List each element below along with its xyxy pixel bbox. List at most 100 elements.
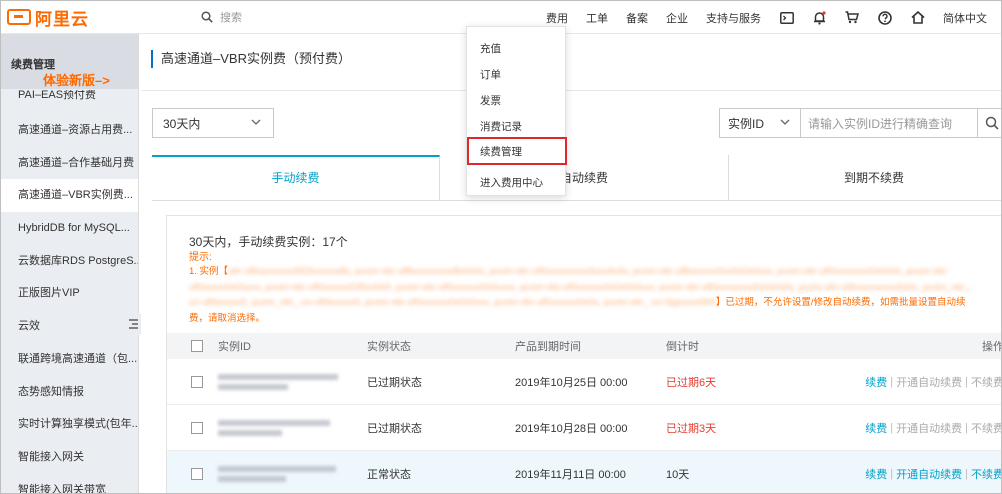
period-select[interactable]: 30天内 xyxy=(152,108,274,138)
search-icon xyxy=(985,116,999,130)
op-separator: | xyxy=(965,467,968,480)
main-content: 高速通道–VBR实例费（预付费） 30天内 实例ID 请输入实例ID进行精确查询… xyxy=(141,34,1002,493)
sidebar-item-unicom-cross-border[interactable]: 联通跨境高速通道（包... xyxy=(1,343,138,376)
menu-item-billing-center[interactable]: 进入费用中心 xyxy=(480,175,543,190)
row-countdown: 已过期3天 xyxy=(666,422,717,435)
sidebar-item-smart-gateway-bandwidth[interactable]: 智能接入网关带宽 xyxy=(1,474,138,493)
highlight-box xyxy=(467,137,567,165)
top-nav: 费用 工单 备案 企业 支持与服务 简体中文 xyxy=(546,1,987,34)
enable-auto-renew-link[interactable]: 开通自动续费 xyxy=(896,466,962,482)
redacted-instance-id xyxy=(218,359,338,404)
hint-label: 提示: xyxy=(189,252,212,263)
sidebar-item-image-vip[interactable]: 正版图片VIP xyxy=(1,277,138,310)
sidebar-item-resource-fee[interactable]: 高速通道–资源占用费... xyxy=(1,114,138,147)
renewal-tabs: 手动续费 自动续费 到期不续费 xyxy=(152,155,1001,201)
sidebar-item-rds-postgres[interactable]: 云数据库RDS PostgreS... xyxy=(1,245,138,278)
col-instance-id: 实例ID xyxy=(218,341,251,353)
tab-no-renewal[interactable]: 到期不续费 xyxy=(729,155,1001,201)
renew-link[interactable]: 续费 xyxy=(865,420,887,436)
table-row: 已过期状态 2019年10月28日 00:00 已过期3天 续费 | 开通自动续费 |… xyxy=(167,405,1002,451)
row-checkbox[interactable] xyxy=(191,421,203,434)
fees-dropdown-menu: 充值 订单 发票 消费记录 续费管理 进入费用中心 xyxy=(466,26,567,196)
row-expire-time: 2019年11月11日 00:00 xyxy=(515,468,626,481)
nav-support[interactable]: 支持与服务 xyxy=(706,10,761,26)
table-row: 正常状态 2019年11月11日 00:00 10天 续费 | 开通自动续费 | 不续费 xyxy=(167,451,1001,493)
nav-fees[interactable]: 费用 xyxy=(546,10,568,26)
sidebar-item-smart-gateway[interactable]: 智能接入网关 xyxy=(1,441,138,474)
instance-panel: 30天内，手动续费实例：17个 提示: 1. 实例【vbr-uf6xxxxxxx… xyxy=(166,215,1002,493)
sidebar-item-base-monthly-fee[interactable]: 高速通道–合作基础月费 xyxy=(1,147,138,180)
instance-field-value: 实例ID xyxy=(728,116,765,131)
nav-enterprise[interactable]: 企业 xyxy=(666,10,688,26)
row-expire-time: 2019年10月28日 00:00 xyxy=(515,422,628,435)
op-separator: | xyxy=(890,421,894,434)
sidebar: 续费管理 体验新版–> PAI–EAS预付费 高速通道–资源占用费... 高速通… xyxy=(1,34,139,493)
select-all-checkbox[interactable] xyxy=(191,340,203,352)
enable-auto-renew-link: 开通自动续费 xyxy=(896,422,963,435)
col-countdown: 倒计时 xyxy=(666,341,699,353)
instance-search-button[interactable] xyxy=(977,108,1001,138)
row-actions: 续费 | 开通自动续费 | 不续费 xyxy=(865,451,1001,493)
sidebar-item-threat-intel[interactable]: 态势感知情报 xyxy=(1,376,138,409)
home-icon[interactable] xyxy=(911,11,925,24)
nav-tickets[interactable]: 工单 xyxy=(586,10,608,26)
bell-icon[interactable] xyxy=(813,10,826,25)
sidebar-item-pai-eas[interactable]: PAI–EAS预付费 xyxy=(18,90,96,100)
menu-item-recharge[interactable]: 充值 xyxy=(480,41,501,56)
op-separator: | xyxy=(890,467,894,480)
search-icon xyxy=(201,11,213,23)
no-renew-link: 不续费 xyxy=(971,422,1002,435)
tab-manual-renewal[interactable]: 手动续费 xyxy=(152,155,440,201)
period-select-value: 30天内 xyxy=(163,116,201,131)
menu-collapse-icon xyxy=(128,319,138,329)
no-renew-link: 不续费 xyxy=(971,376,1002,389)
col-status: 实例状态 xyxy=(367,341,411,353)
enable-auto-renew-link: 开通自动续费 xyxy=(896,376,963,389)
table-row: 已过期状态 2019年10月25日 00:00 已过期6天 续费 | 开通自动续费 |… xyxy=(167,359,1002,405)
sidebar-item-realtime-compute[interactable]: 实时计算独享模式(包年... xyxy=(1,408,138,441)
terminal-icon[interactable] xyxy=(780,11,794,24)
menu-item-consumption[interactable]: 消费记录 xyxy=(480,119,522,134)
help-icon[interactable] xyxy=(878,10,892,25)
op-separator: | xyxy=(965,421,968,434)
op-separator: | xyxy=(965,375,968,388)
row-expire-time: 2019年10月25日 00:00 xyxy=(515,376,628,389)
notice-prefix: 1. 实例【 xyxy=(189,266,229,277)
col-actions: 操作 xyxy=(982,341,1002,353)
chevron-down-icon xyxy=(780,119,790,125)
instance-summary: 30天内，手动续费实例：17个 xyxy=(189,235,348,249)
menu-item-invoice[interactable]: 发票 xyxy=(480,93,501,108)
instance-field-select[interactable]: 实例ID xyxy=(719,108,801,138)
renew-link[interactable]: 续费 xyxy=(865,374,887,390)
no-renew-link[interactable]: 不续费 xyxy=(971,466,1001,482)
row-actions: 续费 | 开通自动续费 | 不续费 xyxy=(865,359,1002,404)
chevron-down-icon xyxy=(251,119,261,125)
row-checkbox[interactable] xyxy=(191,467,203,480)
cart-icon[interactable] xyxy=(845,11,859,24)
row-status: 已过期状态 xyxy=(367,376,422,389)
search-placeholder: 搜索 xyxy=(220,12,242,24)
menu-item-orders[interactable]: 订单 xyxy=(480,67,501,82)
op-separator: | xyxy=(890,375,894,388)
title-divider xyxy=(141,90,1001,91)
logo[interactable]: 阿里云 xyxy=(7,7,89,29)
redacted-instance-id xyxy=(218,451,336,493)
redacted-instance-id xyxy=(218,405,330,450)
sidebar-item-yunxiao[interactable]: 云效 xyxy=(1,310,138,343)
language-switch[interactable]: 简体中文 xyxy=(943,10,987,26)
sidebar-item-hybriddb[interactable]: HybridDB for MySQL... xyxy=(1,212,138,245)
sidebar-collapse-handle[interactable] xyxy=(124,313,142,335)
row-checkbox[interactable] xyxy=(191,375,203,388)
nav-filing[interactable]: 备案 xyxy=(626,10,648,26)
page-title: 高速通道–VBR实例费（预付费） xyxy=(151,50,351,68)
instance-search-input[interactable]: 请输入实例ID进行精确查询 xyxy=(800,108,978,138)
sidebar-item-vbr-instance-fee[interactable]: 高速通道–VBR实例费... xyxy=(1,179,138,213)
try-new-version-link[interactable]: 体验新版–> xyxy=(43,70,110,89)
table-header: 实例ID 实例状态 产品到期时间 倒计时 操作 xyxy=(167,333,1002,359)
app-window: 阿里云 搜索 费用 工单 备案 企业 支持与服务 简体中文 续费管理 体验新版–… xyxy=(0,0,1002,494)
col-expire-time: 产品到期时间 xyxy=(515,341,581,353)
expired-notice: 1. 实例【vbr-uf6xxxxxxxx553xxxxxx8x, pcom-v… xyxy=(189,264,984,326)
logo-text: 阿里云 xyxy=(35,9,89,29)
renew-link[interactable]: 续费 xyxy=(865,466,887,482)
global-search[interactable]: 搜索 xyxy=(201,9,242,25)
